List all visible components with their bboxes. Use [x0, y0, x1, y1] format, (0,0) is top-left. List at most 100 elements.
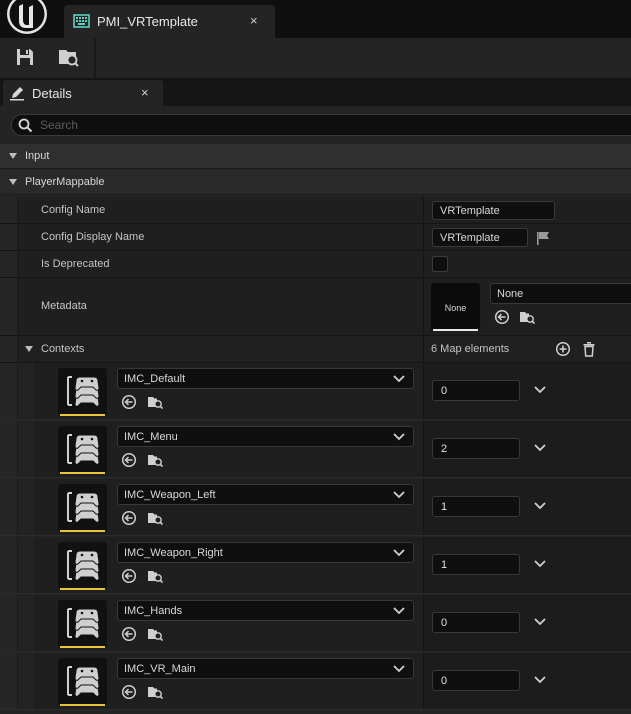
property-label: Config Display Name — [41, 231, 145, 243]
mapping-context-thumbnail[interactable] — [58, 368, 107, 416]
mapping-context-name: IMC_VR_Main — [124, 663, 196, 675]
save-icon[interactable] — [14, 46, 36, 68]
use-selected-icon[interactable] — [494, 309, 510, 325]
browse-folder-icon[interactable] — [147, 684, 163, 700]
toolbar — [0, 38, 631, 78]
browse-folder-icon[interactable] — [519, 309, 535, 325]
use-selected-icon[interactable] — [121, 394, 137, 410]
metadata-value: None — [497, 288, 524, 300]
mapping-context-thumbnail[interactable] — [58, 484, 107, 532]
metadata-thumbnail[interactable]: None — [431, 283, 480, 331]
add-element-icon[interactable] — [555, 341, 571, 357]
priority-value-field[interactable]: 2 — [432, 438, 520, 459]
property-label: Metadata — [41, 300, 87, 312]
search-input[interactable]: Search — [11, 114, 631, 136]
use-selected-icon[interactable] — [121, 684, 137, 700]
mapping-context-thumbnail[interactable] — [58, 426, 107, 474]
chevron-down-icon — [393, 491, 405, 499]
property-label: Config Name — [41, 204, 106, 216]
trash-icon[interactable] — [581, 341, 597, 357]
property-label: Is Deprecated — [41, 258, 110, 270]
property-label: Contexts — [41, 343, 85, 355]
search-placeholder: Search — [40, 118, 79, 132]
context-map-entry: IMC_Menu 2 — [0, 421, 631, 478]
tab-details-label: Details — [32, 86, 72, 101]
mapping-context-thumbnail[interactable] — [58, 600, 107, 648]
chevron-down-icon[interactable] — [534, 559, 546, 569]
category-input[interactable]: Input — [0, 144, 631, 169]
context-map-entry: IMC_Weapon_Left 1 — [0, 479, 631, 536]
browse-folder-icon[interactable] — [147, 394, 163, 410]
details-panel: Search Input PlayerMappable Config Name … — [0, 106, 631, 714]
browse-folder-icon[interactable] — [57, 46, 79, 68]
property-metadata: Metadata None None — [0, 278, 631, 336]
metadata-asset-picker[interactable]: None — [490, 283, 631, 304]
context-map-entry: IMC_VR_Main 0 — [0, 653, 631, 710]
chevron-down-icon[interactable] — [534, 443, 546, 453]
context-map-entry: IMC_Weapon_Right 1 — [0, 537, 631, 594]
unreal-engine-logo-icon[interactable] — [5, 0, 49, 38]
chevron-down-icon[interactable] — [534, 617, 546, 627]
toolbar-separator — [94, 38, 96, 78]
context-map-entry: IMC_Default 0 — [0, 363, 631, 420]
browse-folder-icon[interactable] — [147, 568, 163, 584]
priority-value-field[interactable]: 0 — [432, 612, 520, 633]
use-selected-icon[interactable] — [121, 510, 137, 526]
priority-value: 0 — [441, 675, 448, 687]
config-name-field[interactable]: VRTemplate — [432, 201, 555, 220]
input-mapping-context-icon — [67, 608, 100, 639]
mapping-context-picker[interactable]: IMC_Menu — [117, 426, 414, 447]
chevron-down-icon[interactable] — [534, 385, 546, 395]
chevron-down-icon[interactable] — [534, 675, 546, 685]
browse-folder-icon[interactable] — [147, 626, 163, 642]
close-icon[interactable]: × — [141, 85, 149, 100]
priority-value-field[interactable]: 0 — [432, 670, 520, 691]
input-mapping-context-icon — [67, 492, 100, 523]
expand-arrow-icon[interactable] — [25, 346, 33, 352]
mapping-context-picker[interactable]: IMC_Default — [117, 368, 414, 389]
mapping-context-name: IMC_Default — [124, 373, 186, 385]
config-display-name-field[interactable]: VRTemplate — [432, 228, 528, 247]
asset-tab[interactable]: PMI_VRTemplate × — [64, 5, 275, 38]
priority-value: 1 — [441, 559, 448, 571]
mapping-context-name: IMC_Weapon_Left — [124, 489, 216, 501]
chevron-down-icon — [393, 549, 405, 557]
mapping-context-picker[interactable]: IMC_VR_Main — [117, 658, 414, 679]
browse-folder-icon[interactable] — [147, 510, 163, 526]
close-icon[interactable]: × — [250, 13, 258, 28]
mapping-context-name: IMC_Menu — [124, 431, 178, 443]
mapping-context-name: IMC_Hands — [124, 605, 183, 617]
priority-value-field[interactable]: 1 — [432, 554, 520, 575]
priority-value: 0 — [441, 617, 448, 629]
mapping-context-thumbnail[interactable] — [58, 542, 107, 590]
expand-arrow-icon[interactable] — [9, 179, 17, 185]
mapping-context-picker[interactable]: IMC_Hands — [117, 600, 414, 621]
mapping-context-picker[interactable]: IMC_Weapon_Left — [117, 484, 414, 505]
panel-tab-strip: Details × — [0, 78, 631, 106]
tab-details[interactable]: Details × — [3, 80, 163, 106]
priority-value-field[interactable]: 1 — [432, 496, 520, 517]
expand-arrow-icon[interactable] — [9, 153, 17, 159]
category-player-mappable[interactable]: PlayerMappable — [0, 170, 631, 195]
chevron-down-icon — [393, 375, 405, 383]
use-selected-icon[interactable] — [121, 452, 137, 468]
property-is-deprecated: Is Deprecated — [0, 251, 631, 278]
use-selected-icon[interactable] — [121, 568, 137, 584]
is-deprecated-checkbox[interactable] — [432, 256, 448, 272]
input-mapping-context-icon — [67, 434, 100, 465]
priority-value-field[interactable]: 0 — [432, 380, 520, 401]
context-map-entry: IMC_Hands 0 — [0, 595, 631, 652]
property-config-name: Config Name VRTemplate — [0, 197, 631, 224]
mapping-context-picker[interactable]: IMC_Weapon_Right — [117, 542, 414, 563]
chevron-down-icon — [393, 607, 405, 615]
pencil-icon — [10, 87, 24, 101]
input-mapping-context-icon — [67, 666, 100, 697]
use-selected-icon[interactable] — [121, 626, 137, 642]
localization-flag-icon[interactable] — [535, 230, 551, 246]
priority-value: 0 — [441, 385, 448, 397]
search-icon — [18, 118, 33, 133]
chevron-down-icon — [393, 665, 405, 673]
chevron-down-icon[interactable] — [534, 501, 546, 511]
browse-folder-icon[interactable] — [147, 452, 163, 468]
mapping-context-thumbnail[interactable] — [58, 658, 107, 706]
